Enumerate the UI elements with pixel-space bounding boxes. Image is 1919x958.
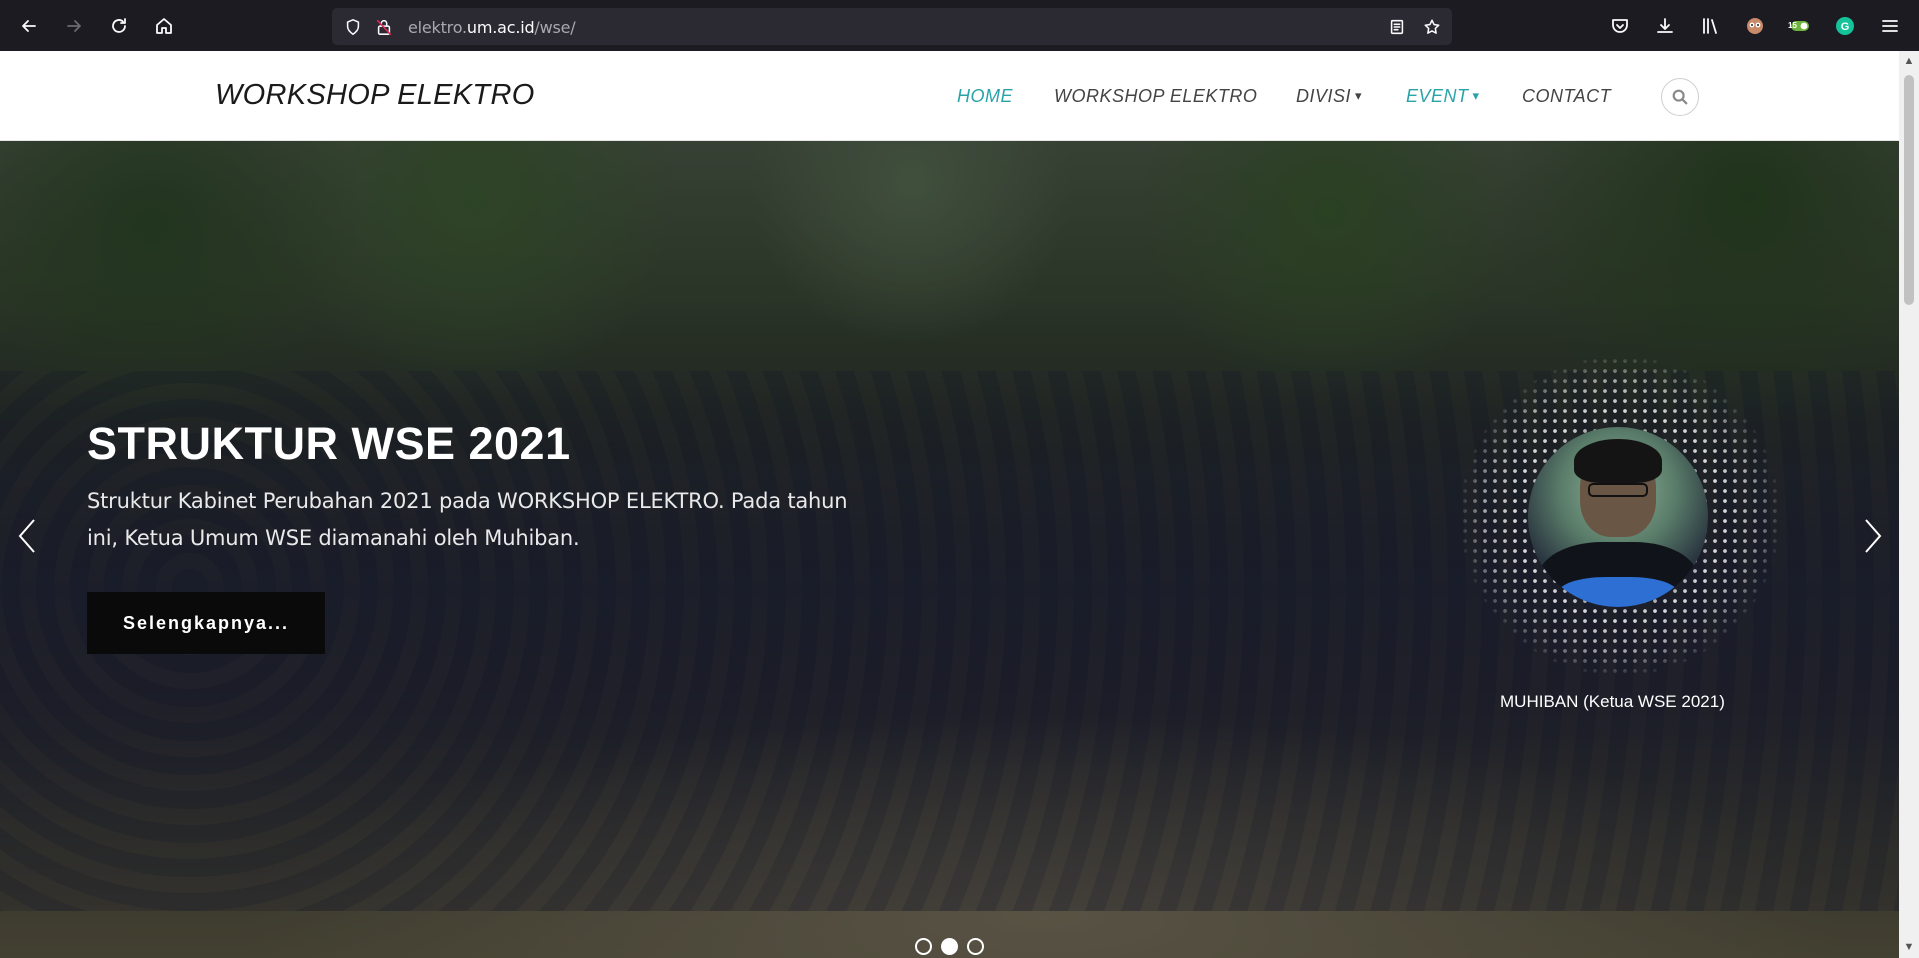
hero-slider: STRUKTUR WSE 2021 Struktur Kabinet Perub… [0,141,1899,958]
nav-home[interactable]: HOME [957,86,1013,107]
slider-prev-button[interactable] [12,511,42,561]
url-text[interactable]: elektro.um.ac.id/wse/ [408,18,576,37]
downloads-icon[interactable] [1650,11,1680,41]
scroll-thumb[interactable] [1904,75,1914,305]
library-icon[interactable] [1695,11,1725,41]
insecure-lock-icon[interactable] [374,17,394,37]
back-arrow-icon[interactable] [14,11,44,41]
search-icon [1672,89,1688,105]
site-logo[interactable]: WORKSHOP ELEKTRO [215,79,535,112]
extension-toggle-icon[interactable]: 15 [1785,11,1815,41]
scroll-down-icon[interactable]: ▼ [1903,941,1915,953]
slider-pagination [915,938,984,955]
slider-next-button[interactable] [1858,511,1888,561]
scroll-up-icon[interactable]: ▲ [1903,55,1915,67]
slider-dot-2[interactable] [941,938,958,955]
hamburger-menu-icon[interactable] [1875,11,1905,41]
slider-dot-3[interactable] [967,938,984,955]
reload-icon[interactable] [104,11,134,41]
reader-view-icon[interactable] [1387,17,1407,37]
grammarly-icon[interactable]: G [1830,11,1860,41]
nav-workshop-elektro[interactable]: WORKSHOP ELEKTRO [1054,86,1257,107]
site-header: WORKSHOP ELEKTRO HOME WORKSHOP ELEKTRO D… [0,51,1899,141]
chevron-down-icon: ▾ [1472,88,1480,103]
browser-toolbar: elektro.um.ac.id/wse/ 15 G [0,0,1919,51]
extension-badge: 15 [1788,21,1797,30]
chevron-down-icon: ▾ [1355,88,1363,103]
portrait-photo [1528,427,1708,607]
search-button[interactable] [1661,78,1699,116]
nav-contact[interactable]: CONTACT [1522,86,1611,107]
tracking-protection-icon[interactable] [343,17,363,37]
chevron-left-icon [18,519,35,553]
svg-text:G: G [1841,21,1850,33]
nav-event[interactable]: EVENT ▾ [1406,86,1480,107]
bookmark-star-icon[interactable] [1422,17,1442,37]
forward-arrow-icon[interactable] [59,11,89,41]
chevron-right-icon [1865,519,1882,553]
slider-dot-1[interactable] [915,938,932,955]
hero-description: Struktur Kabinet Perubahan 2021 pada WOR… [87,489,848,550]
url-bar[interactable]: elektro.um.ac.id/wse/ [332,8,1452,45]
hero-title: STRUKTUR WSE 2021 [87,418,571,469]
nav-divisi[interactable]: DIVISI ▾ [1296,86,1362,107]
extension-face-icon[interactable] [1740,11,1770,41]
read-more-button[interactable]: Selengkapnya... [87,592,325,654]
pocket-icon[interactable] [1605,11,1635,41]
portrait-caption: MUHIBAN (Ketua WSE 2021) [1500,692,1725,711]
page-scrollbar[interactable]: ▲ ▼ [1899,51,1919,958]
home-icon[interactable] [149,11,179,41]
